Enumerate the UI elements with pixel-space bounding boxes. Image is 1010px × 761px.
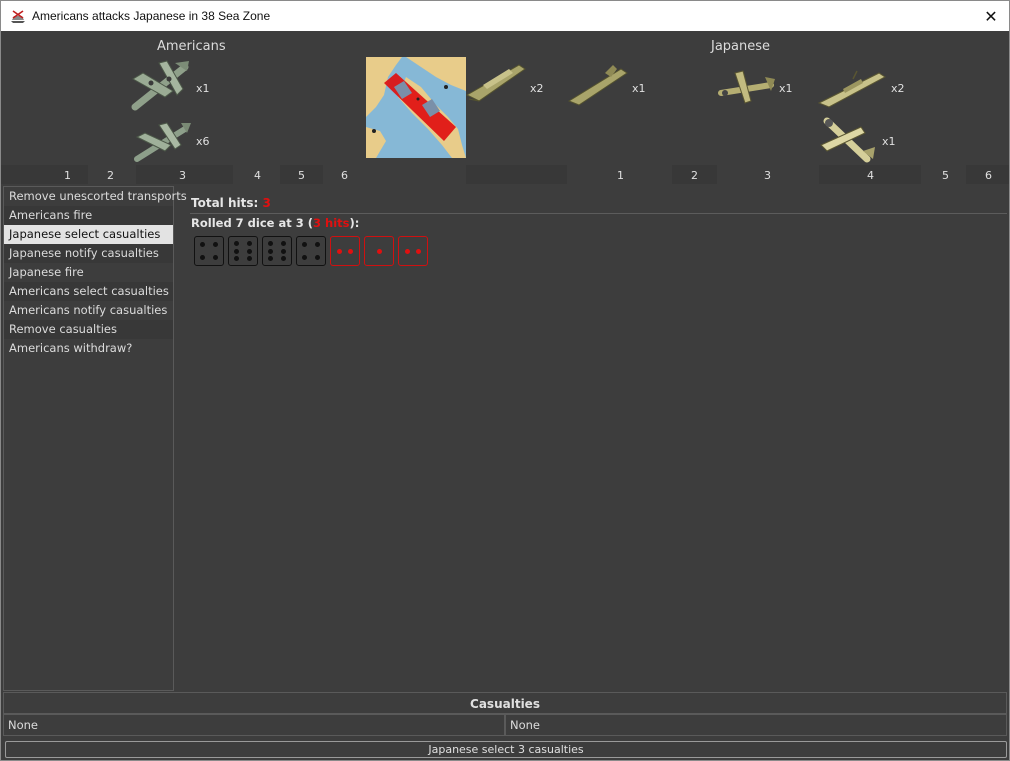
die-hit xyxy=(398,236,428,266)
app-icon xyxy=(11,10,25,23)
defender-title: Japanese xyxy=(711,39,771,54)
dice-roll-ruler: 1 2 3 4 5 6 1 2 3 4 5 6 xyxy=(1,165,1009,184)
ruler-label: 4 xyxy=(867,169,874,182)
battle-window: Americans Japanese x1 x6 x2 x1 x1 x2 x1 … xyxy=(0,31,1010,761)
ruler-label: 2 xyxy=(107,169,114,182)
ruler-label: 5 xyxy=(942,169,949,182)
rolled-summary: Rolled 7 dice at 3 (3 hits): xyxy=(191,216,359,230)
ruler-label: 1 xyxy=(617,169,624,182)
die-pip xyxy=(314,242,320,248)
total-hits: Total hits: 3 xyxy=(191,196,271,210)
die-pip xyxy=(200,254,206,260)
die-pip xyxy=(234,248,240,254)
ruler-label: 5 xyxy=(298,169,305,182)
defender-unit-count: x2 xyxy=(530,82,544,95)
casualties-header: Casualties xyxy=(3,692,1007,714)
die-pip xyxy=(336,248,342,254)
die-pip xyxy=(212,254,218,260)
ruler-label: 6 xyxy=(341,169,348,182)
defender-unit-count: x1 xyxy=(779,82,793,95)
step-item[interactable]: Americans notify casualties xyxy=(4,301,173,320)
transport-icon xyxy=(465,64,526,102)
step-item[interactable]: Americans select casualties xyxy=(4,282,173,301)
ruler-label: 2 xyxy=(691,169,698,182)
total-hits-label: Total hits: xyxy=(191,196,259,210)
attacker-unit-count: x1 xyxy=(196,82,210,95)
defender-casualties: None xyxy=(505,714,1007,736)
title-bar: Americans attacks Japanese in 38 Sea Zon… xyxy=(0,0,1010,31)
dice-row xyxy=(194,236,428,266)
die-miss xyxy=(228,236,258,266)
die-pip xyxy=(268,248,274,254)
ruler-label: 1 xyxy=(64,169,71,182)
die-pip xyxy=(376,248,382,254)
die-pip xyxy=(404,248,410,254)
attacker-casualties: None xyxy=(3,714,505,736)
step-item[interactable]: Japanese notify casualties xyxy=(4,244,173,263)
die-hit xyxy=(330,236,360,266)
attacker-title: Americans xyxy=(157,39,226,54)
rolled-prefix: Rolled 7 dice at 3 ( xyxy=(191,216,313,230)
step-item[interactable]: Americans fire xyxy=(4,206,173,225)
die-pip xyxy=(234,240,240,246)
ruler-label: 4 xyxy=(254,169,261,182)
submarine-icon xyxy=(567,65,628,106)
die-pip xyxy=(302,254,308,260)
die-pip xyxy=(348,248,354,254)
die-pip xyxy=(314,254,320,260)
die-pip xyxy=(416,248,422,254)
step-item-selected[interactable]: Japanese select casualties xyxy=(4,225,173,244)
step-item[interactable]: Remove unescorted transports xyxy=(4,187,187,206)
rolled-hits: 3 hits xyxy=(313,216,350,230)
window-title: Americans attacks Japanese in 38 Sea Zon… xyxy=(32,9,271,23)
die-pip xyxy=(280,240,286,246)
step-item[interactable]: Japanese fire xyxy=(4,263,173,282)
battle-steps-list: Remove unescorted transports Americans f… xyxy=(3,186,187,691)
die-pip xyxy=(212,242,218,248)
fighter-icon xyxy=(718,70,775,104)
die-miss xyxy=(296,236,326,266)
total-hits-value: 3 xyxy=(262,196,271,210)
ruler-label: 3 xyxy=(764,169,771,182)
die-miss xyxy=(262,236,292,266)
ruler-label: 6 xyxy=(985,169,992,182)
die-pip xyxy=(268,240,274,246)
die-pip xyxy=(200,242,206,248)
die-hit xyxy=(364,236,394,266)
destroyer-icon xyxy=(817,70,886,108)
defender-unit-count: x1 xyxy=(882,135,896,148)
die-pip xyxy=(268,256,274,262)
die-pip xyxy=(246,256,252,262)
die-pip xyxy=(280,248,286,254)
step-item[interactable]: Americans withdraw? xyxy=(4,339,173,358)
die-pip xyxy=(234,256,240,262)
select-casualties-button[interactable]: Japanese select 3 casualties xyxy=(5,741,1007,758)
die-pip xyxy=(246,240,252,246)
die-pip xyxy=(302,242,308,248)
sea-zone-map xyxy=(366,57,466,158)
fighter-icon xyxy=(134,122,191,162)
close-icon: ✕ xyxy=(984,6,998,26)
bomber-icon xyxy=(131,60,189,111)
defender-unit-count: x1 xyxy=(632,82,646,95)
die-pip xyxy=(280,256,286,262)
ruler-label: 3 xyxy=(179,169,186,182)
die-miss xyxy=(194,236,224,266)
close-button[interactable]: ✕ xyxy=(977,4,1005,28)
results-divider xyxy=(190,213,1007,214)
attacker-unit-count: x6 xyxy=(196,135,210,148)
step-item[interactable]: Remove casualties xyxy=(4,320,173,339)
defender-unit-count: x2 xyxy=(891,82,905,95)
die-pip xyxy=(246,248,252,254)
carrier-plane-icon xyxy=(820,117,875,163)
rolled-suffix: ): xyxy=(349,216,360,230)
